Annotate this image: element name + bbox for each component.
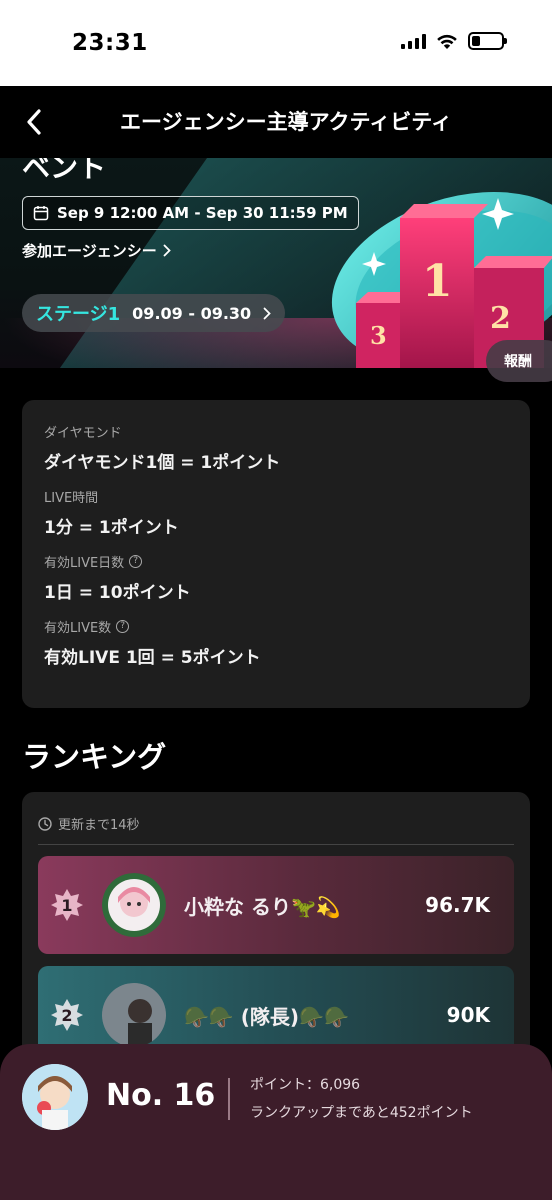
divider [38,844,514,845]
my-points: ポイント：6,096 [250,1077,361,1093]
points-rules-card: ダイヤモンド ダイヤモンド1個 = 1ポイント LIVE時間 1分 = 1ポイン… [22,400,530,708]
my-rank-number: No. 16 [106,1078,216,1113]
update-text: 更新まで14秒 [58,818,140,833]
stage-dates: 09.09 - 09.30 [132,303,252,323]
stage-name: ステージ1 [36,304,121,325]
podium-illustration: 1 2 3 [331,191,552,368]
rank-number: 1 [61,895,73,915]
rule-label: LIVE時間 [44,490,99,506]
points-to-next-rank: ランクアップまであと452ポイント [250,1105,473,1121]
rule-item: 有効LIVE日数 ? 1日 = 10ポイント [44,552,508,603]
rule-label: 有効LIVE日数 ? [44,552,508,571]
ranking-points: 96.7K [425,893,490,917]
battery-icon [468,32,507,50]
status-icons [401,32,507,50]
page-title: エージェンシー主導アクティビティ [119,110,452,134]
event-banner: ベント Sep 9 12:00 AM - Sep 30 11:59 PM 参加エ… [0,158,552,368]
ranking-title: ランキング [22,740,167,774]
update-countdown: 更新まで14秒 [38,814,140,833]
clock-icon [38,816,52,831]
rule-value: 1分 = 1ポイント [44,518,179,538]
ranking-name: 小粋な るり🦖💫 [184,894,341,919]
rank-badge: 2 [50,998,84,1032]
cellular-signal-icon [401,33,426,49]
ranking-row[interactable]: 1 小粋な るり🦖💫 96.7K [38,856,514,954]
rule-value: ダイヤモンド1個 = 1ポイント [44,453,281,473]
podium-number-1: 1 [422,256,453,307]
rule-label: ダイヤモンド [44,425,122,441]
podium-number-2: 2 [490,301,511,336]
avatar[interactable] [102,873,166,937]
chevron-right-icon [163,244,171,257]
help-icon[interactable]: ? [116,619,130,633]
rule-label: 有効LIVE数 ? [44,617,508,636]
help-icon[interactable]: ? [129,554,143,568]
ranking-points: 90K [446,1003,490,1027]
rule-item: ダイヤモンド ダイヤモンド1個 = 1ポイント [44,422,508,474]
rank-badge: 1 [50,888,84,922]
my-rank-panel[interactable]: No. 16 ポイント：6,096 ランクアップまであと452ポイント [0,1044,552,1200]
rule-item: 有効LIVE数 ? 有効LIVE 1回 = 5ポイント [44,617,508,668]
status-time: 23:31 [72,30,148,56]
wifi-icon [437,34,457,49]
agencies-link-label: 参加エージェンシー [22,242,157,260]
status-bar: 23:31 [0,0,552,86]
date-range-text: Sep 9 12:00 AM - Sep 30 11:59 PM [57,204,348,222]
participating-agencies-link[interactable]: 参加エージェンシー [22,240,171,261]
avatar[interactable] [102,983,166,1047]
reward-button[interactable]: 報酬 [486,340,552,382]
podium-number-3: 3 [370,321,387,350]
stage-selector[interactable]: ステージ1 09.09 - 09.30 [22,294,286,332]
my-avatar [22,1064,88,1130]
divider [228,1078,230,1120]
rank-number: 2 [61,1005,73,1025]
rule-value: 1日 = 10ポイント [44,583,191,603]
event-date-range: Sep 9 12:00 AM - Sep 30 11:59 PM [22,196,359,230]
calendar-icon [33,206,49,221]
ranking-name: 🪖🪖 (隊長)🪖🪖 [184,1004,349,1029]
rule-item: LIVE時間 1分 = 1ポイント [44,487,508,539]
chevron-right-icon [263,307,271,319]
event-title: ベント [22,158,107,184]
nav-bar: エージェンシー主導アクティビティ [0,86,552,158]
rule-value: 有効LIVE 1回 = 5ポイント [44,648,261,668]
battery-level [472,36,481,46]
